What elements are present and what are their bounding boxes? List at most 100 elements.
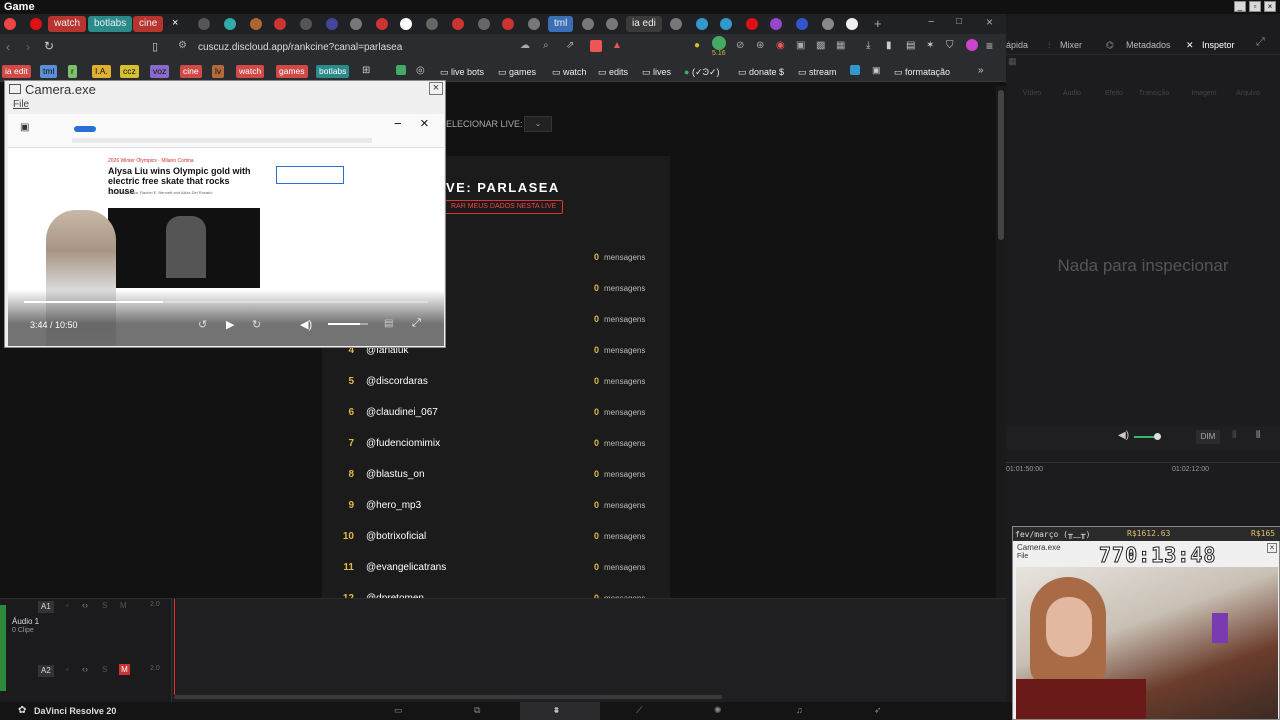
mute-button-active[interactable]: M	[119, 664, 130, 675]
bookmark-folder-watch[interactable]: ▭ watch	[552, 65, 587, 79]
track-a2-label[interactable]: A2	[38, 665, 54, 677]
inspector-tab-imagem[interactable]: Imagem	[1186, 90, 1222, 97]
tab-icon[interactable]	[528, 18, 540, 30]
page-scrollbar[interactable]	[996, 86, 1006, 598]
autoselect-icon[interactable]: ‹›	[82, 600, 88, 610]
cloud-icon[interactable]: ☁	[520, 40, 530, 51]
tab-icon[interactable]	[274, 18, 286, 30]
lock-icon[interactable]: ▫	[66, 601, 69, 610]
tab-mixer[interactable]: Mixer	[1060, 40, 1082, 50]
bookmark-icon[interactable]: ▣	[872, 65, 881, 76]
tab-metadados[interactable]: Metadados	[1126, 40, 1171, 50]
bookmark-chip-lv[interactable]: lv	[212, 65, 225, 78]
close-button[interactable]: ×	[1264, 1, 1276, 12]
tab-icon[interactable]	[822, 18, 834, 30]
tab-icon[interactable]	[198, 18, 210, 30]
live-select[interactable]: ⌄	[524, 116, 552, 132]
tab-icon[interactable]	[582, 18, 594, 30]
youtube-icon[interactable]	[30, 18, 42, 30]
download-icon[interactable]: ⤓	[866, 40, 870, 51]
bookmark-icon[interactable]	[850, 65, 860, 75]
options-icon[interactable]: ⫴	[1256, 430, 1260, 441]
clear-data-button[interactable]: RAR MEUS DADOS NESTA LIVE	[444, 200, 564, 214]
fairlight-page-icon[interactable]: ♫	[796, 705, 803, 715]
forward-icon[interactable]: ›	[26, 40, 30, 54]
tab-icon[interactable]	[502, 18, 514, 30]
fullscreen-icon[interactable]: ▣	[20, 122, 29, 133]
speaker-icon[interactable]: ◀)	[1118, 430, 1129, 441]
edit-page-tab[interactable]: ⩩	[520, 702, 600, 720]
bookmark-chip-tml[interactable]: tml	[40, 65, 58, 78]
tab-icon[interactable]	[770, 18, 782, 30]
fullscreen-icon[interactable]: ⤢	[412, 317, 421, 330]
bookmark-folder-donate[interactable]: ▭ donate $	[738, 65, 784, 79]
profile-icon[interactable]	[966, 39, 978, 51]
leo-icon[interactable]: ✶	[926, 40, 934, 51]
url-input[interactable]: cuscuz.discloud.app/rankcine?canal=parla…	[198, 38, 658, 58]
tab-icon[interactable]	[400, 18, 412, 30]
tab-tml[interactable]: tml	[548, 16, 574, 32]
tabs-icon[interactable]: ▤	[906, 40, 915, 51]
overlay-close-button[interactable]: ×	[1267, 543, 1277, 553]
bulb-icon[interactable]: ●	[694, 40, 700, 51]
tab-inspetor[interactable]: Inspetor	[1202, 40, 1235, 50]
tab-icon[interactable]	[452, 18, 464, 30]
overlay-file-menu[interactable]: File	[1017, 553, 1028, 560]
new-tab-icon[interactable]: +	[874, 16, 882, 31]
dim-button[interactable]: DIM	[1196, 430, 1220, 444]
volume-slider[interactable]	[328, 323, 368, 325]
extension-icon[interactable]: ▣	[796, 40, 805, 51]
close-tab-icon[interactable]: ×	[172, 17, 178, 29]
inspector-tab-audio[interactable]: Áudio	[1054, 90, 1090, 97]
bookmark-chip-botlabs[interactable]: botlabs	[316, 65, 350, 78]
tab-icon[interactable]	[326, 18, 338, 30]
rewind-icon[interactable]: ↺	[198, 318, 207, 331]
bookmark-chip-ia[interactable]: I.A.	[92, 65, 111, 78]
bookmark-icon[interactable]: ▯	[152, 40, 158, 53]
tab-cine[interactable]: cine	[133, 16, 164, 32]
bookmark-folder-live-bots[interactable]: ▭ live bots	[440, 65, 484, 79]
minimize-button[interactable]: _	[1234, 1, 1246, 12]
google-icon[interactable]	[846, 18, 858, 30]
tab-icon[interactable]	[746, 18, 758, 30]
autoselect-icon[interactable]: ‹›	[82, 664, 88, 674]
scrollbar-thumb[interactable]	[998, 90, 1004, 240]
browser-close-icon[interactable]: ×	[986, 15, 993, 29]
menu-icon[interactable]: ≡	[986, 39, 993, 53]
tab-icon[interactable]	[224, 18, 236, 30]
timeline-scrollbar[interactable]	[174, 695, 722, 699]
track-a1-label[interactable]: A1	[38, 601, 54, 613]
camera-close-button[interactable]: ×	[429, 82, 443, 95]
bookmark-chip-ccz[interactable]: ccz	[120, 65, 139, 78]
back-icon[interactable]: ‹	[6, 40, 10, 54]
rewards-icon[interactable]: ▲	[612, 40, 622, 51]
bookmark-folder-lives[interactable]: ▭ lives	[642, 65, 671, 79]
volume-icon[interactable]: ◀)	[300, 318, 312, 331]
close-video-icon[interactable]: ×	[420, 115, 429, 132]
tab-icon[interactable]	[350, 18, 362, 30]
tab-edit-rapida[interactable]: ápida	[1006, 40, 1028, 50]
media-page-icon[interactable]: ▭	[394, 705, 403, 716]
inspector-tab-efeito[interactable]: Efeito	[1096, 90, 1132, 97]
bookmark-chip-voz[interactable]: voz	[150, 65, 170, 78]
minimize-video-icon[interactable]: −	[394, 116, 402, 131]
tab-icon[interactable]	[376, 18, 388, 30]
inspector-tab-arquivo[interactable]: Arquivo	[1230, 90, 1266, 97]
bookmark-chip-games[interactable]: games	[276, 65, 308, 78]
deliver-page-icon[interactable]: ➶	[874, 705, 882, 716]
playhead[interactable]	[174, 599, 175, 695]
tab-icon[interactable]	[670, 18, 682, 30]
volume-knob[interactable]	[1154, 433, 1161, 440]
video-progress-track[interactable]	[24, 301, 428, 303]
browser-maximize-icon[interactable]: □	[956, 16, 962, 27]
app-icon[interactable]	[4, 18, 16, 30]
extension-icon[interactable]: ⊘	[736, 40, 744, 51]
site-info-icon[interactable]: ⚙	[178, 40, 187, 51]
inspector-tab-transicao[interactable]: Transição	[1136, 90, 1172, 97]
tab-icon[interactable]	[720, 18, 732, 30]
play-icon[interactable]: ▶	[226, 318, 234, 331]
solo-icon[interactable]: S	[102, 601, 107, 610]
cut-page-icon[interactable]: ⧉	[474, 705, 480, 716]
extension-icon[interactable]: ▩	[816, 40, 825, 51]
reload-icon[interactable]: ↻	[44, 39, 54, 53]
